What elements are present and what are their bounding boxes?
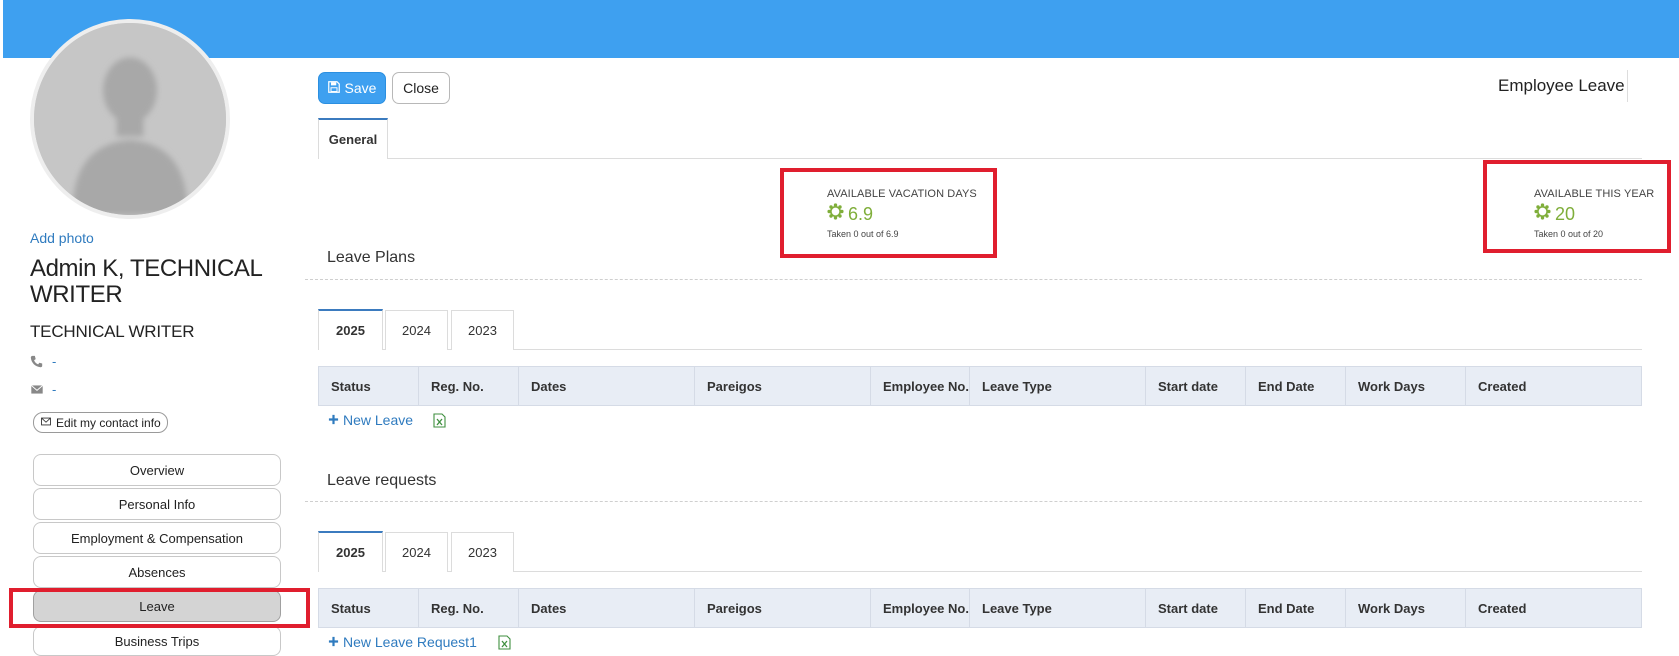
- leave-requests-title: Leave requests: [327, 472, 437, 489]
- column-header-reg-no[interactable]: Reg. No.: [419, 589, 519, 627]
- new-leave-request-link[interactable]: New Leave Request1: [328, 634, 477, 650]
- tab-leave-requests-2025[interactable]: 2025: [318, 531, 383, 572]
- employee-name: Admin K, TECHNICAL WRITER: [30, 255, 262, 308]
- save-button[interactable]: Save: [318, 72, 386, 104]
- envelope-icon: [30, 383, 44, 397]
- plus-icon: [328, 412, 339, 428]
- column-header-status[interactable]: Status: [319, 367, 419, 405]
- column-header-employee-no[interactable]: Employee No.: [871, 589, 970, 627]
- add-photo-link[interactable]: Add photo: [30, 230, 94, 246]
- column-header-pareigos[interactable]: Pareigos: [695, 367, 871, 405]
- tab-leave-plans-2023[interactable]: 2023: [451, 310, 514, 350]
- excel-icon[interactable]: [433, 413, 446, 428]
- column-header-reg-no[interactable]: Reg. No.: [419, 367, 519, 405]
- leave-requests-tab-line: [318, 571, 1642, 572]
- top-bar: [3, 0, 1679, 58]
- left-edge: [0, 0, 3, 650]
- leave-plans-title: Leave Plans: [327, 249, 416, 266]
- plus-icon: [328, 634, 339, 650]
- nav-item-absences[interactable]: Absences: [33, 556, 281, 588]
- column-header-employee-no[interactable]: Employee No.: [871, 367, 970, 405]
- nav-item-overview[interactable]: Overview: [33, 454, 281, 486]
- leave-plans-grid-header: Status Reg. No. Dates Pareigos Employee …: [318, 366, 1642, 406]
- column-header-leave-type[interactable]: Leave Type: [970, 367, 1146, 405]
- leave-plans-divider: [305, 279, 1642, 280]
- avatar-silhouette-icon: [34, 23, 226, 215]
- column-header-end-date[interactable]: End Date: [1246, 589, 1346, 627]
- excel-icon[interactable]: [498, 635, 511, 650]
- column-header-created[interactable]: Created: [1466, 367, 1641, 405]
- leave-requests-divider: [305, 501, 1642, 502]
- highlight-box-vacation: [780, 168, 997, 258]
- nav-item-employment-compensation[interactable]: Employment & Compensation: [33, 522, 281, 554]
- column-header-dates[interactable]: Dates: [519, 367, 695, 405]
- column-header-start-date[interactable]: Start date: [1146, 367, 1246, 405]
- column-header-dates[interactable]: Dates: [519, 589, 695, 627]
- save-label: Save: [344, 80, 377, 96]
- highlight-box-this-year: [1483, 160, 1671, 253]
- phone-value: -: [52, 354, 57, 369]
- edit-contact-button[interactable]: Edit my contact info: [33, 412, 168, 433]
- column-header-status[interactable]: Status: [319, 589, 419, 627]
- column-header-work-days[interactable]: Work Days: [1346, 367, 1466, 405]
- close-button[interactable]: Close: [392, 72, 450, 104]
- tab-leave-requests-2023[interactable]: 2023: [451, 532, 514, 572]
- nav-item-personal-info[interactable]: Personal Info: [33, 488, 281, 520]
- phone-row: -: [30, 354, 56, 369]
- leave-plans-tab-line: [318, 349, 1642, 350]
- main-tab-line: [318, 158, 1642, 159]
- tab-leave-requests-2024[interactable]: 2024: [385, 532, 448, 572]
- new-leave-link[interactable]: New Leave: [328, 412, 413, 428]
- new-leave-request-label: New Leave Request1: [343, 634, 477, 650]
- column-header-leave-type[interactable]: Leave Type: [970, 589, 1146, 627]
- column-header-created[interactable]: Created: [1466, 589, 1641, 627]
- tab-leave-plans-2024[interactable]: 2024: [385, 310, 448, 350]
- new-leave-label: New Leave: [343, 412, 414, 428]
- employee-title: TECHNICAL WRITER: [30, 322, 195, 341]
- column-header-work-days[interactable]: Work Days: [1346, 589, 1466, 627]
- save-icon: [327, 80, 340, 96]
- edit-contact-label: Edit my contact info: [56, 415, 161, 430]
- phone-icon: [30, 355, 44, 369]
- highlight-box-leave: [9, 588, 310, 628]
- tab-general[interactable]: General: [318, 118, 388, 159]
- page-title: Employee Leave: [1498, 76, 1625, 95]
- avatar[interactable]: [30, 19, 230, 219]
- email-row: -: [30, 382, 56, 397]
- tab-leave-plans-2025[interactable]: 2025: [318, 309, 383, 350]
- title-divider: [1627, 70, 1628, 102]
- envelope-outline-icon: [40, 416, 52, 430]
- column-header-start-date[interactable]: Start date: [1146, 589, 1246, 627]
- email-value[interactable]: -: [52, 382, 56, 397]
- nav-item-business-trips[interactable]: Business Trips: [33, 626, 281, 656]
- leave-requests-grid-header: Status Reg. No. Dates Pareigos Employee …: [318, 588, 1642, 628]
- column-header-end-date[interactable]: End Date: [1246, 367, 1346, 405]
- column-header-pareigos[interactable]: Pareigos: [695, 589, 871, 627]
